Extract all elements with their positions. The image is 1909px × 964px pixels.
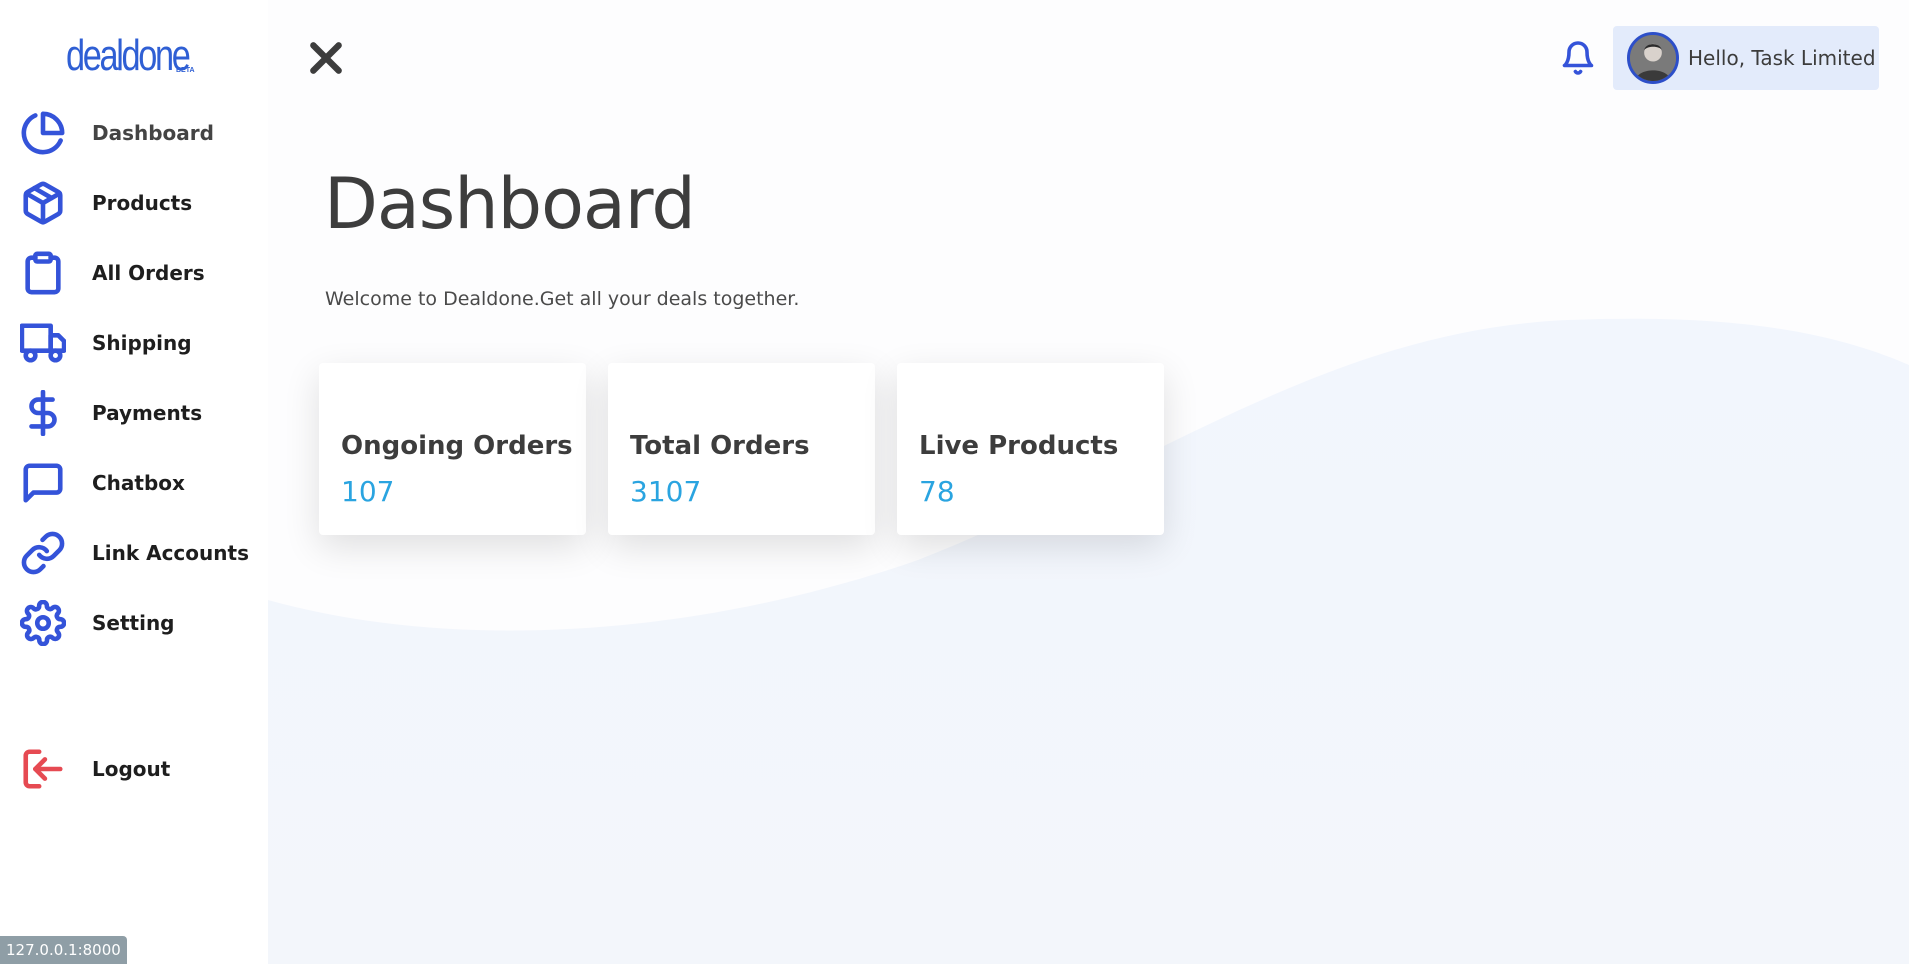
sidebar-item-label: Setting [92,611,175,635]
stat-card-title: Total Orders [630,431,810,461]
stat-card-value: 107 [341,475,395,508]
dealdone-logo[interactable]: dealdone BETA [66,26,223,78]
welcome-message: Welcome to Dealdone.Get all your deals t… [325,288,800,310]
close-menu-button[interactable] [304,36,348,80]
user-greeting: Hello, Task Limited [1688,46,1876,70]
app-root: dealdone BETA Dashboard Products All Ord… [0,0,1909,964]
clipboard-icon [18,248,68,298]
truck-icon [18,318,68,368]
close-icon [310,42,342,74]
notifications-button[interactable] [1558,36,1598,80]
stat-card-total-orders[interactable]: Total Orders 3107 [608,363,875,535]
stat-card-value: 3107 [630,475,702,508]
logo-beta-badge: BETA [176,67,195,74]
logout-button[interactable]: Logout [18,742,258,796]
sidebar-item-label: Dashboard [92,121,214,145]
dollar-icon [18,388,68,438]
link-icon [18,528,68,578]
sidebar-item-label: Chatbox [92,471,185,495]
sidebar-item-shipping[interactable]: Shipping [18,316,258,370]
avatar [1627,32,1679,84]
sidebar-item-label: Payments [92,401,203,425]
stat-card-title: Ongoing Orders [341,431,573,461]
logo-text: dealdone [66,31,191,80]
user-menu[interactable]: Hello, Task Limited [1613,26,1879,90]
sidebar-item-label: All Orders [92,261,205,285]
sidebar-item-products[interactable]: Products [18,176,258,230]
main-content: Hello, Task Limited Dashboard Welcome to… [268,0,1909,964]
stat-card-value: 78 [919,475,955,508]
sidebar-item-label: Link Accounts [92,541,249,565]
status-url: 127.0.0.1:8000 [0,936,127,964]
sidebar-item-link-accounts[interactable]: Link Accounts [18,526,258,580]
chat-icon [18,458,68,508]
sidebar-item-payments[interactable]: Payments [18,386,258,440]
stat-card-ongoing-orders[interactable]: Ongoing Orders 107 [319,363,586,535]
sidebar-item-label: Shipping [92,331,192,355]
bell-icon [1562,41,1594,75]
sidebar-item-setting[interactable]: Setting [18,596,258,650]
logout-label: Logout [92,757,171,781]
gear-icon [18,598,68,648]
logout-icon [18,744,68,794]
page-title: Dashboard [324,163,696,245]
sidebar-item-chatbox[interactable]: Chatbox [18,456,258,510]
sidebar-item-all-orders[interactable]: All Orders [18,246,258,300]
stat-card-live-products[interactable]: Live Products 78 [897,363,1164,535]
sidebar-item-label: Products [92,191,193,215]
box-icon [18,178,68,228]
stat-card-title: Live Products [919,431,1119,461]
pie-chart-icon [18,108,68,158]
sidebar-item-dashboard[interactable]: Dashboard [18,106,258,160]
sidebar: dealdone BETA Dashboard Products All Ord… [0,0,268,964]
